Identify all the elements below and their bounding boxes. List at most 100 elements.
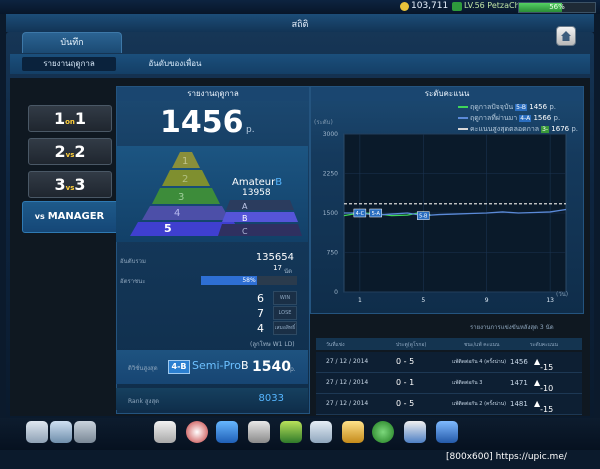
rank-value: 135654	[255, 252, 294, 263]
coin-icon	[400, 2, 409, 11]
coin-shop-icon[interactable]	[342, 421, 364, 443]
th-score: ประตู(ดูโรกอ)	[396, 342, 427, 348]
tier-label: Amateur	[232, 177, 276, 188]
cart-icon[interactable]	[436, 421, 458, 443]
x-tick-label: 13	[546, 297, 554, 304]
losses-value: 7	[257, 307, 264, 320]
table-row: 27 / 12 / 2014 0 - 5 แพ้ติดต่อกัน 2 (ครั…	[316, 394, 582, 415]
x-tick-label: 9	[485, 297, 489, 304]
rank-extra-unit: นัด	[284, 268, 292, 275]
ranking-icon[interactable]	[280, 421, 302, 443]
tab-record[interactable]: บันทึก	[22, 32, 122, 53]
rating-unit: p.	[246, 125, 255, 135]
best-division-unit: p.	[290, 366, 296, 373]
row-score: 0 - 5	[396, 357, 415, 366]
winrate-label: อัตราชนะ	[120, 278, 146, 285]
row-rating: 1456	[510, 358, 528, 366]
pyramid-grade-b: B	[242, 214, 248, 223]
pyramid-level-1: 1	[182, 156, 188, 167]
pyramid-grade-a: A	[242, 202, 248, 211]
draws-label: เสมอสิทธิ์	[273, 321, 297, 335]
cards-icon[interactable]	[310, 421, 332, 443]
shoe-icon[interactable]	[154, 421, 176, 443]
mode-1on1-button[interactable]: 1on1	[28, 105, 112, 132]
y-tick-label: 750	[327, 250, 339, 257]
mode-3vs3-a: 3	[54, 175, 66, 194]
profile-icon[interactable]	[26, 421, 48, 443]
rank-extra: 17	[273, 264, 282, 272]
trophy-icon[interactable]	[248, 421, 270, 443]
exp-percent: 56%	[549, 3, 565, 11]
row-change: ▲ -15	[534, 399, 554, 414]
settings-icon[interactable]	[404, 421, 426, 443]
exp-bar: 56%	[518, 2, 596, 13]
th-rating: ระดับคะแนน	[530, 342, 558, 348]
home-button[interactable]	[556, 26, 576, 46]
winrate-bar: 58%	[201, 276, 297, 285]
best-division-tier: Semi-Pro	[192, 359, 241, 372]
pyramid-level-5: 5	[164, 222, 172, 235]
level-text: LV.56	[464, 1, 485, 10]
match-table-header: วันที่แข่ง ประตู(ดูโรกอ) ชนะ/แพ้ คะแนน ร…	[316, 338, 582, 350]
marker-label-1: 5-A	[372, 211, 381, 217]
pyramid-level-3: 3	[178, 192, 184, 203]
subtab-friend-ranking[interactable]: อันดับของเพื่อน	[128, 57, 222, 71]
row-result: แพ้ติดต่อกัน 2 (ครั้งน่าน)	[452, 401, 507, 407]
th-result: ชนะ/แพ้ คะแนน	[464, 342, 500, 348]
pyramid-level-2: 2	[182, 174, 188, 185]
current-rating: 1456	[160, 105, 244, 140]
best-division-badge: 4-B	[168, 360, 190, 374]
tier-pyramid: 1 2 3 4 5 A B C	[130, 152, 302, 236]
best-rank-value: 8033	[258, 393, 284, 404]
chat-icon[interactable]	[50, 421, 72, 443]
row-change-value: -15	[540, 363, 554, 372]
draws-value: 4	[257, 322, 264, 335]
table-row: 27 / 12 / 2014 0 - 5 แพ้ติดต่อกัน 4 (ครั…	[316, 352, 582, 373]
match-table-title: รายงานการแข่งขันหลังสุด 3 นัด	[470, 324, 554, 331]
mail-icon[interactable]	[74, 421, 96, 443]
row-rating: 1471	[510, 379, 528, 387]
mode-3vs3-button[interactable]: 3vs3	[28, 171, 112, 198]
window-title: สถิติ	[291, 20, 309, 30]
mode-manager-label: MANAGER	[47, 211, 105, 222]
home-icon	[561, 31, 571, 41]
winrate-text: 58%	[242, 277, 256, 284]
best-division-label: ดิวิชั่นสูงสุด	[128, 365, 158, 372]
mode-manager-button[interactable]: vs MANAGER	[22, 201, 117, 233]
rating-line-chart: (ระดับ)(วัน)30002250150075001 5 9 134-C 5-A 5…	[314, 119, 568, 304]
best-division-name: Semi-ProB	[192, 359, 249, 372]
mode-2vs2-b: 2	[74, 142, 86, 161]
mode-3vs3-b: 3	[74, 175, 86, 194]
best-division-grade: B	[240, 359, 249, 372]
table-row: 27 / 12 / 2014 0 - 1 แพ้ติดต่อกัน 3 1471…	[316, 373, 582, 394]
rating-chart-title: ระดับคะแนน	[311, 87, 583, 101]
wins-value: 6	[257, 292, 264, 305]
row-change: ▲ -10	[534, 378, 554, 393]
tier-name: AmateurB	[232, 177, 282, 188]
row-date: 27 / 12 / 2014	[326, 400, 369, 407]
season-report-title: รายงานฤดูกาล	[117, 87, 309, 101]
losses-label: LOSE	[273, 306, 297, 320]
row-score: 0 - 5	[396, 399, 415, 408]
th-date: วันที่แข่ง	[326, 342, 345, 348]
money-value: 103,711	[411, 1, 449, 11]
ball-icon[interactable]	[186, 421, 208, 443]
mode-1on1-sep: on	[65, 118, 75, 126]
row-date: 27 / 12 / 2014	[326, 358, 369, 365]
row-result: แพ้ติดต่อกัน 3	[452, 380, 483, 386]
y-tick-label: 2250	[323, 171, 338, 178]
watermark: [800x600] https://upic.me/	[446, 452, 567, 462]
row-change-value: -15	[540, 405, 554, 414]
x-tick-label: 1	[358, 297, 362, 304]
penalty-note: (ลูกโทษ W1 LD)	[250, 341, 295, 348]
boots-icon[interactable]	[216, 421, 238, 443]
window-titlebar: สถิติ	[6, 14, 594, 32]
marker-label-0: 4-C	[356, 211, 365, 217]
wins-label: WIN	[273, 291, 297, 305]
y-tick-label: 3000	[323, 131, 338, 138]
tier-points: 13958	[242, 188, 271, 198]
y-tick-label: 1500	[323, 210, 338, 217]
club-icon[interactable]	[372, 421, 394, 443]
subtab-season-report[interactable]: รายงานฤดูกาล	[22, 57, 116, 71]
mode-2vs2-button[interactable]: 2vs2	[28, 138, 112, 165]
